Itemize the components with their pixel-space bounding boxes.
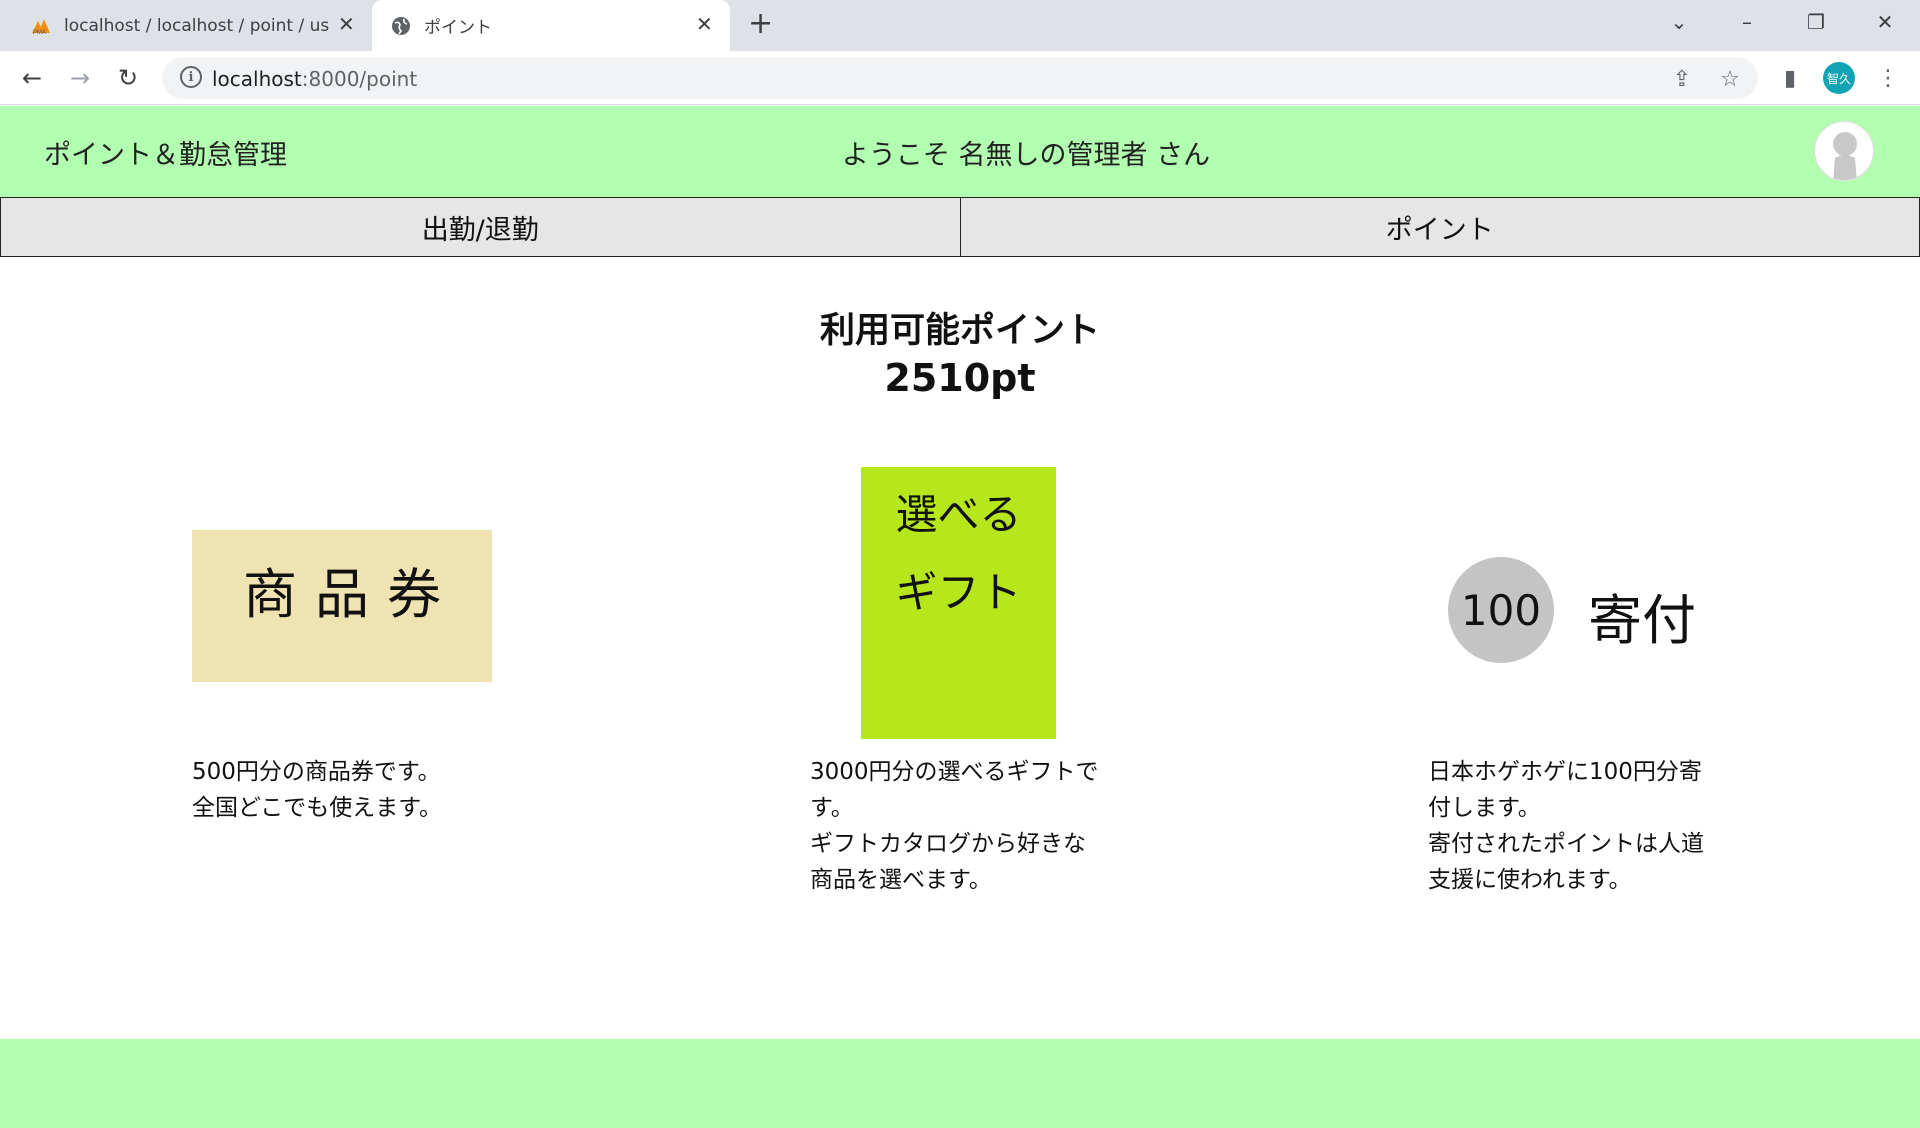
tab-search-icon[interactable]: ⌄ xyxy=(1646,0,1712,44)
description-line: 500円分の商品券です。 xyxy=(192,759,441,785)
phpmyadmin-icon: PMA xyxy=(30,15,52,37)
description-line: 支援に使われます。 xyxy=(1428,867,1632,893)
globe-icon xyxy=(390,15,412,37)
available-points-value: 2510pt xyxy=(884,356,1036,400)
gift-image-text-line1: 選べる xyxy=(895,490,1022,539)
donation-description: 日本ホゲホゲに100円分寄 付します。 寄付されたポイントは人道 支援に使われま… xyxy=(1428,754,1738,898)
menu-kebab-icon[interactable]: ⋮ xyxy=(1874,64,1902,92)
donation-reward-image[interactable]: 100 寄付 xyxy=(1440,550,1710,665)
description-line: 日本ホゲホゲに100円分寄 xyxy=(1428,759,1702,785)
browser-tab-phpmyadmin[interactable]: PMA localhost / localhost / point / use … xyxy=(30,0,370,51)
profile-avatar[interactable]: 智久 xyxy=(1823,62,1855,94)
tab-title: ポイント xyxy=(424,18,492,38)
voucher-description: 500円分の商品券です。 全国どこでも使えます。 xyxy=(192,754,502,826)
new-tab-icon[interactable]: + xyxy=(748,9,773,39)
description-line: 全国どこでも使えます。 xyxy=(192,795,443,821)
side-panel-icon[interactable]: ▮ xyxy=(1776,64,1804,92)
description-line: 商品を選べます。 xyxy=(810,867,992,893)
share-icon[interactable]: ⇪ xyxy=(1668,65,1696,93)
tab-points[interactable]: ポイント xyxy=(960,197,1920,257)
svg-text:PMA: PMA xyxy=(33,30,46,35)
gift-description: 3000円分の選べるギフトで す。 ギフトカタログから好きな 商品を選べます。 xyxy=(810,754,1120,898)
site-info-icon[interactable]: i xyxy=(180,66,202,88)
tab-close-icon[interactable]: ✕ xyxy=(338,14,355,34)
available-points-label: 利用可能ポイント xyxy=(819,311,1100,351)
donation-amount-badge: 100 xyxy=(1448,557,1554,663)
gift-reward-image[interactable]: 選べる ギフト xyxy=(861,467,1056,739)
minimize-icon[interactable]: – xyxy=(1714,0,1780,44)
description-line: 付します。 xyxy=(1428,795,1541,821)
welcome-message: ようこそ 名無しの管理者 さん xyxy=(841,140,1211,171)
browser-tab-point[interactable]: ポイント ✕ xyxy=(372,0,730,51)
description-line: ギフトカタログから好きな xyxy=(810,831,1086,857)
main-nav-tabs: 出勤/退勤 ポイント xyxy=(0,197,1920,257)
tab-attendance[interactable]: 出勤/退勤 xyxy=(0,197,961,257)
gift-image-text-line2: ギフト xyxy=(895,568,1022,617)
window-close-icon[interactable]: ✕ xyxy=(1852,0,1918,44)
voucher-reward-image[interactable]: 商品券 xyxy=(192,530,492,682)
browser-tabstrip: PMA localhost / localhost / point / use … xyxy=(0,0,1920,51)
donation-image-text: 寄付 xyxy=(1588,589,1696,652)
user-avatar[interactable] xyxy=(1814,121,1874,181)
browser-toolbar: ← → ↻ i localhost:8000/point ⇪ ☆ ▮ 智久 ⋮ xyxy=(0,51,1920,105)
description-line: 3000円分の選べるギフトで xyxy=(810,759,1099,785)
description-line: 寄付されたポイントは人道 xyxy=(1428,831,1704,857)
tab-title: localhost / localhost / point / use xyxy=(64,15,329,36)
tab-close-icon[interactable]: ✕ xyxy=(696,14,713,34)
restore-icon[interactable]: ❐ xyxy=(1783,0,1849,44)
app-footer xyxy=(0,1039,1920,1128)
forward-arrow-icon[interactable]: → xyxy=(63,61,97,95)
voucher-image-text: 商品券 xyxy=(243,563,459,626)
url-text: localhost:8000/point xyxy=(212,67,418,91)
bookmark-star-icon[interactable]: ☆ xyxy=(1716,65,1744,93)
address-bar[interactable]: i localhost:8000/point ⇪ ☆ xyxy=(162,57,1758,99)
description-line: す。 xyxy=(810,795,854,821)
reload-icon[interactable]: ↻ xyxy=(111,61,145,95)
app-header: ポイント＆勤怠管理 ようこそ 名無しの管理者 さん xyxy=(0,106,1920,197)
back-arrow-icon[interactable]: ← xyxy=(15,61,49,95)
